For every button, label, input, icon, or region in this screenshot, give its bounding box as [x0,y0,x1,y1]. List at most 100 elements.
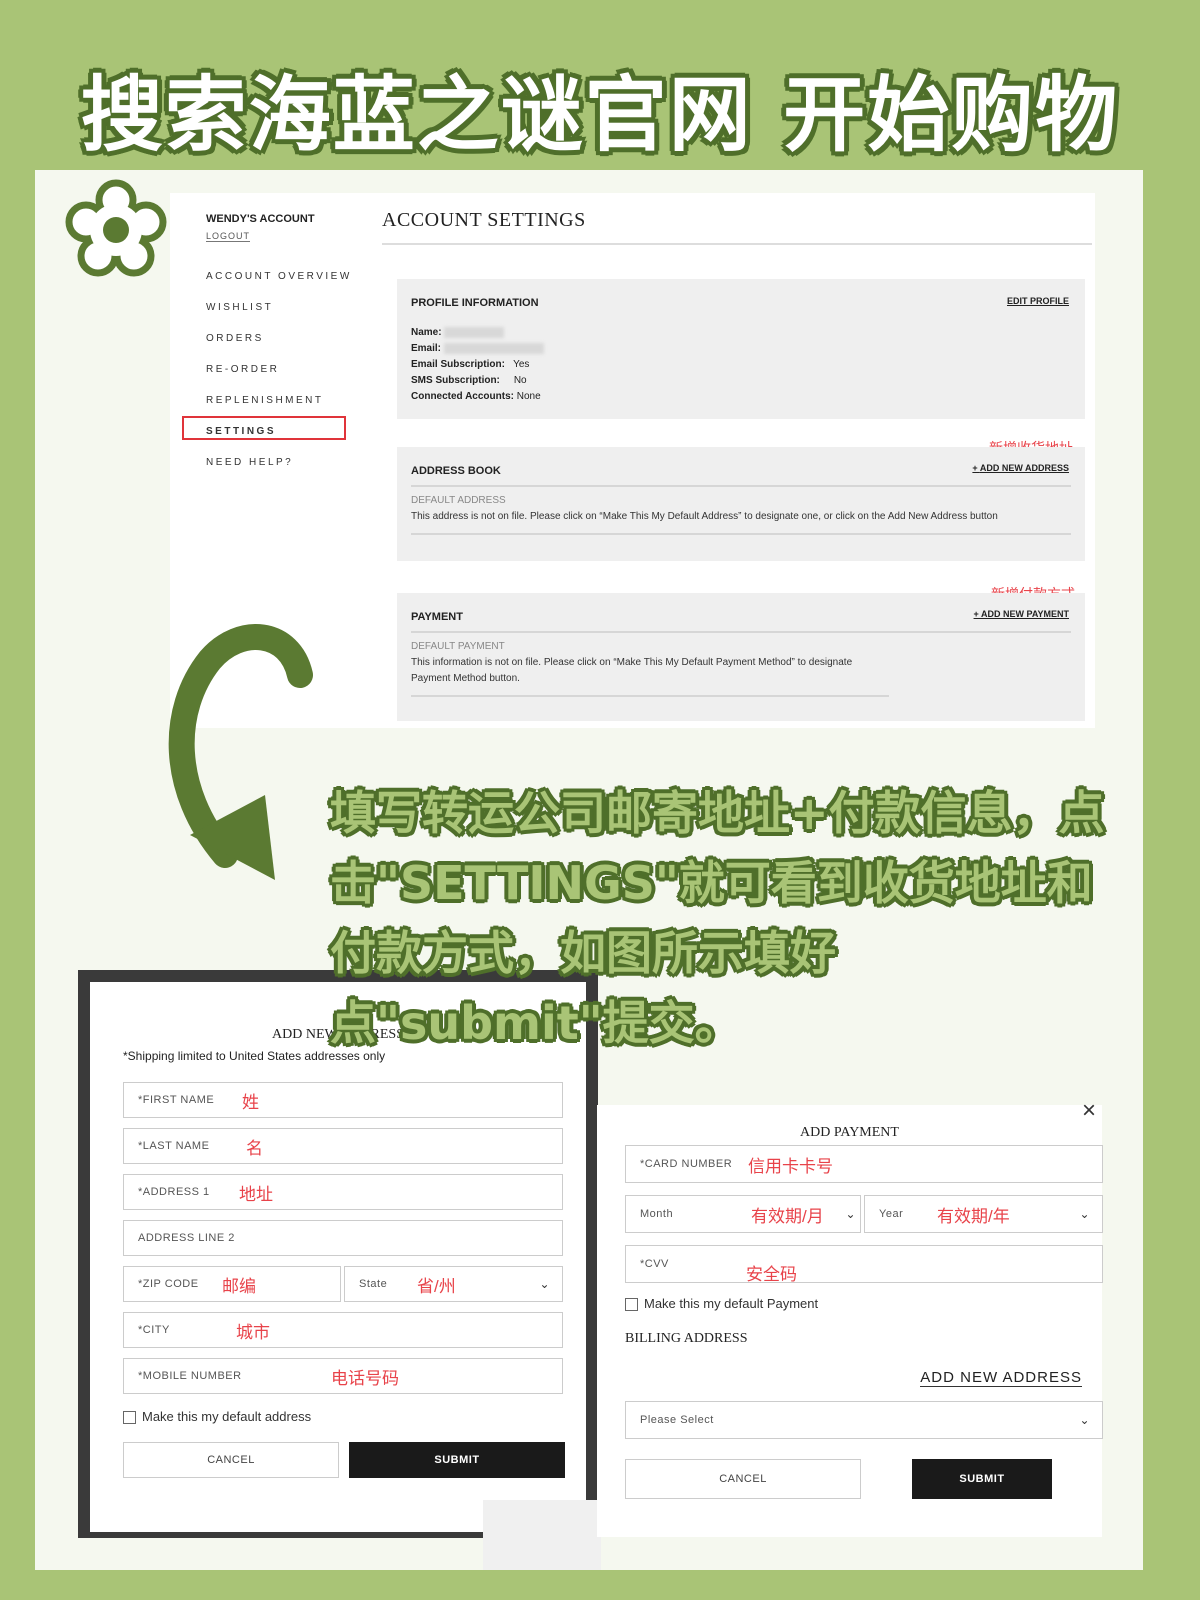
cancel-button[interactable]: CANCEL [123,1442,339,1478]
city-input[interactable]: *CITY 城市 [123,1312,563,1348]
state-label: State [359,1278,388,1290]
sms-label: SMS Subscription: [411,375,500,386]
first-name-input[interactable]: *FIRST NAME 姓 [123,1082,563,1118]
flower-icon [65,179,167,277]
address2-input[interactable]: ADDRESS LINE 2 [123,1220,563,1256]
annotation: 省/州 [417,1276,456,1296]
headline: 搜索海蓝之谜官网 开始购物 [80,68,1120,163]
logout-link[interactable]: LOGOUT [206,231,251,242]
nav-replenishment[interactable]: REPLENISHMENT [206,395,324,406]
payment-card: PAYMENT + ADD NEW PAYMENT DEFAULT PAYMEN… [397,593,1085,721]
nav-settings[interactable]: SETTINGS [206,426,276,437]
redacted-email [443,342,544,354]
state-select[interactable]: State 省/州 ⌄ [344,1266,563,1302]
divider [411,485,1071,487]
add-address-modal: ADD NEW ADDRESS *Shipping limited to Uni… [90,982,601,1570]
placeholder-block [483,1500,601,1570]
submit-button[interactable]: SUBMIT [912,1459,1052,1499]
email-sub-value: Yes [513,359,530,370]
annotation: 城市 [236,1322,270,1342]
mobile-number-input[interactable]: *MOBILE NUMBER 电话号码 [123,1358,563,1394]
add-new-address-label: ADD NEW ADDRESS [979,463,1069,473]
checkbox-icon [625,1298,638,1312]
month-select[interactable]: Month 有效期/月 ⌄ [625,1195,861,1233]
address-title: ADDRESS BOOK [411,465,501,477]
name-label: Name: [411,327,442,338]
cvv-input[interactable]: *CVV 安全码 [625,1245,1103,1284]
default-payment-label: DEFAULT PAYMENT [411,641,505,652]
billing-address-heading: BILLING ADDRESS [625,1331,748,1346]
annotation: 姓 [242,1092,259,1112]
divider [382,243,1092,245]
chevron-down-icon: ⌄ [1079,1413,1090,1427]
annotation: 安全码 [746,1265,797,1284]
default-payment-text-2: Payment Method button. [411,673,520,684]
annotation: 邮编 [222,1276,256,1296]
annotation: 信用卡卡号 [748,1156,833,1176]
billing-address-select[interactable]: Please Select ⌄ [625,1401,1103,1439]
default-address-text: This address is not on file. Please clic… [411,511,998,522]
default-payment-checkbox[interactable]: Make this my default Payment [625,1296,819,1312]
last-name-input[interactable]: *LAST NAME 名 [123,1128,563,1164]
chevron-down-icon: ⌄ [1079,1207,1090,1221]
zip-code-input[interactable]: *ZIP CODE 邮编 [123,1266,341,1302]
cancel-button[interactable]: CANCEL [625,1459,861,1499]
mobile-label: *MOBILE NUMBER [138,1370,242,1382]
checkbox-icon [123,1411,136,1425]
add-new-payment-label: ADD NEW PAYMENT [980,609,1069,619]
address1-input[interactable]: *ADDRESS 1 地址 [123,1174,563,1210]
card-number-input[interactable]: *CARD NUMBER 信用卡卡号 [625,1145,1103,1183]
add-new-address-link[interactable]: ADD NEW ADDRESS [920,1369,1082,1387]
nav-account-overview[interactable]: ACCOUNT OVERVIEW [206,271,352,282]
divider [411,695,889,697]
zip-code-label: *ZIP CODE [138,1278,199,1290]
page-title: ACCOUNT SETTINGS [382,209,586,231]
email-sub-label: Email Subscription: [411,359,505,370]
close-icon[interactable]: × [1082,1097,1096,1125]
instruction-text: 填写转运公司邮寄地址+付款信息，点击"SETTINGS"就可看到收货地址和付款方… [330,786,1105,1050]
add-new-address-link[interactable]: + ADD NEW ADDRESS [972,463,1069,473]
year-label: Year [879,1208,904,1220]
month-label: Month [640,1208,674,1220]
checkbox-label: Make this my default address [142,1409,312,1424]
payment-title: PAYMENT [411,611,463,623]
nav-orders[interactable]: ORDERS [206,333,264,344]
address2-label: ADDRESS LINE 2 [138,1232,235,1244]
checkbox-label: Make this my default Payment [644,1296,819,1311]
annotation: 地址 [239,1184,273,1204]
annotation: 名 [246,1138,263,1158]
profile-card: PROFILE INFORMATION EDIT PROFILE Name: E… [397,279,1085,419]
card-number-label: *CARD NUMBER [640,1158,733,1170]
payment-modal-title: ADD PAYMENT [800,1125,899,1140]
redacted-name [444,326,505,338]
address-book-card: ADDRESS BOOK + ADD NEW ADDRESS DEFAULT A… [397,447,1085,561]
year-select[interactable]: Year 有效期/年 ⌄ [864,1195,1103,1233]
divider [411,631,1071,633]
connected-label: Connected Accounts: [411,391,514,402]
nav-reorder[interactable]: RE-ORDER [206,364,279,375]
address1-label: *ADDRESS 1 [138,1186,210,1198]
submit-button[interactable]: SUBMIT [349,1442,565,1478]
select-placeholder: Please Select [640,1414,714,1426]
profile-title: PROFILE INFORMATION [411,297,539,309]
nav-need-help[interactable]: NEED HELP? [206,457,293,468]
edit-profile-link[interactable]: EDIT PROFILE [1007,296,1069,306]
annotation: 电话号码 [331,1368,399,1388]
cvv-label: *CVV [640,1258,669,1270]
profile-details: Name: Email: Email Subscription: Yes SMS… [411,325,544,405]
default-address-checkbox[interactable]: Make this my default address [123,1409,312,1425]
annotation: 有效期/月 [751,1206,824,1226]
sms-value: No [513,375,527,386]
add-new-payment-link[interactable]: + ADD NEW PAYMENT [974,609,1069,619]
account-name: WENDY'S ACCOUNT [206,213,315,225]
last-name-label: *LAST NAME [138,1140,210,1152]
connected-value: None [516,391,541,402]
nav-wishlist[interactable]: WISHLIST [206,302,273,313]
chevron-down-icon: ⌄ [845,1207,856,1221]
add-payment-modal: × ADD PAYMENT *CARD NUMBER 信用卡卡号 Month 有效期… [597,1097,1103,1537]
email-label: Email: [411,343,442,354]
default-address-label: DEFAULT ADDRESS [411,495,506,506]
divider [411,533,1071,535]
default-payment-text: This information is not on file. Please … [411,657,853,668]
chevron-down-icon: ⌄ [539,1277,550,1291]
